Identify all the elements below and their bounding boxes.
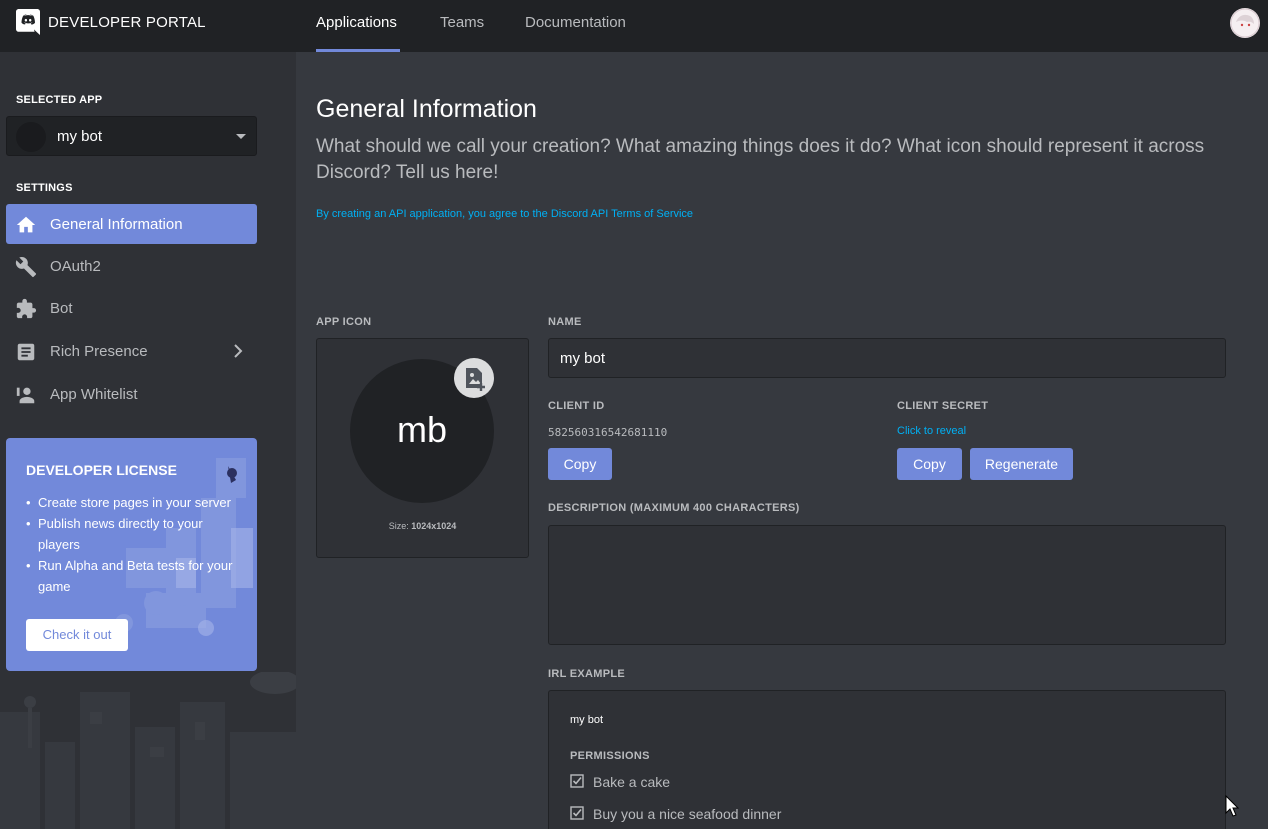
sidebar-item-label: OAuth2: [50, 258, 101, 275]
permission-text: Bake a cake: [593, 774, 671, 790]
sidebar-item-label: App Whitelist: [50, 386, 138, 403]
image-add-icon: [466, 368, 485, 391]
permission-text: Buy you a nice seafood dinner: [593, 806, 782, 822]
sidebar-item-app-whitelist[interactable]: App Whitelist: [6, 374, 257, 414]
name-input-value: my bot: [560, 350, 606, 367]
icon-size-hint: Size: 1024x1024: [317, 521, 528, 531]
license-bullet: Publish news directly to your players: [26, 513, 241, 555]
name-input[interactable]: my bot: [548, 338, 1226, 378]
check-it-out-button[interactable]: Check it out: [26, 619, 128, 651]
client-id-value: 582560316542681110: [548, 426, 668, 439]
avatar-art-icon: [1230, 8, 1260, 38]
client-secret-label: CLIENT SECRET: [897, 400, 989, 412]
permissions-label: PERMISSIONS: [570, 750, 650, 762]
user-avatar[interactable]: [1230, 8, 1260, 38]
app-avatar: [16, 122, 46, 152]
permission-item: Bake a cake: [570, 774, 670, 790]
terms-of-service-link[interactable]: By creating an API application, you agre…: [316, 208, 693, 220]
description-label: DESCRIPTION (MAXIMUM 400 CHARACTERS): [548, 502, 800, 514]
sidebar-item-label: Rich Presence: [50, 343, 148, 360]
chevron-right-icon[interactable]: [230, 343, 246, 359]
sidebar-item-general-information[interactable]: General Information: [6, 204, 257, 244]
copy-client-secret-button[interactable]: Copy: [897, 448, 962, 480]
reveal-secret-link[interactable]: Click to reveal: [897, 425, 966, 437]
nav-teams[interactable]: Teams: [440, 14, 484, 31]
client-id-label: CLIENT ID: [548, 400, 605, 412]
upload-image-button[interactable]: [454, 358, 494, 398]
sidebar-item-label: General Information: [50, 216, 183, 233]
mouse-cursor-icon: [1225, 795, 1239, 817]
selected-app-heading: SELECTED APP: [16, 94, 103, 106]
developer-license-card: DEVELOPER LICENSE Create store pages in …: [6, 438, 257, 671]
sidebar-item-label: Bot: [50, 300, 73, 317]
home-icon: [16, 216, 36, 233]
irl-example-box: my bot PERMISSIONS Bake a cake Buy you a…: [548, 690, 1226, 829]
regenerate-secret-button[interactable]: Regenerate: [970, 448, 1073, 480]
irl-example-label: IRL EXAMPLE: [548, 668, 626, 680]
copy-client-id-button[interactable]: Copy: [548, 448, 612, 480]
irl-app-name: my bot: [570, 714, 604, 726]
top-bar: DEVELOPER PORTAL Applications Teams Docu…: [0, 0, 1268, 52]
app-icon-label: APP ICON: [316, 316, 372, 328]
icon-size-value: 1024x1024: [411, 521, 457, 531]
sidebar: SELECTED APP my bot SETTINGS General Inf…: [0, 52, 296, 829]
license-bullet: Create store pages in your server: [26, 492, 241, 513]
app-icon-box: mb Size: 1024x1024: [316, 338, 529, 558]
description-field[interactable]: [548, 525, 1226, 645]
license-bullet: Run Alpha and Beta tests for your game: [26, 555, 241, 597]
icon-size-prefix: Size:: [388, 521, 409, 531]
document-icon: [17, 343, 35, 361]
nav-documentation[interactable]: Documentation: [525, 14, 626, 31]
city-illustration-icon: [0, 672, 296, 829]
brand-title: DEVELOPER PORTAL: [48, 14, 206, 31]
sidebar-item-rich-presence[interactable]: Rich Presence: [6, 331, 257, 371]
person-icon: [16, 387, 35, 404]
sidebar-item-oauth2[interactable]: OAuth2: [6, 246, 257, 286]
app-selector[interactable]: my bot: [6, 116, 257, 156]
license-bullets: Create store pages in your server Publis…: [26, 492, 241, 597]
page-subtitle: What should we call your creation? What …: [316, 136, 1205, 183]
checkbox-checked-icon: [570, 806, 584, 820]
nav-applications[interactable]: Applications: [316, 14, 397, 31]
page-title: General Information: [316, 95, 537, 123]
main-content: General Information What should we call …: [296, 52, 1268, 829]
sidebar-item-bot[interactable]: Bot: [6, 288, 257, 328]
license-title: DEVELOPER LICENSE: [26, 462, 177, 478]
name-label: NAME: [548, 316, 582, 328]
permission-item: Buy you a nice seafood dinner: [570, 806, 781, 822]
selected-app-name: my bot: [57, 128, 103, 145]
puzzle-icon: [16, 298, 37, 319]
checkbox-checked-icon: [570, 774, 584, 788]
discord-logo-icon[interactable]: [16, 9, 40, 35]
app-icon-initials: mb: [396, 409, 447, 450]
settings-heading: SETTINGS: [16, 182, 73, 194]
wrench-icon: [15, 257, 37, 278]
chevron-down-icon: [236, 134, 246, 139]
